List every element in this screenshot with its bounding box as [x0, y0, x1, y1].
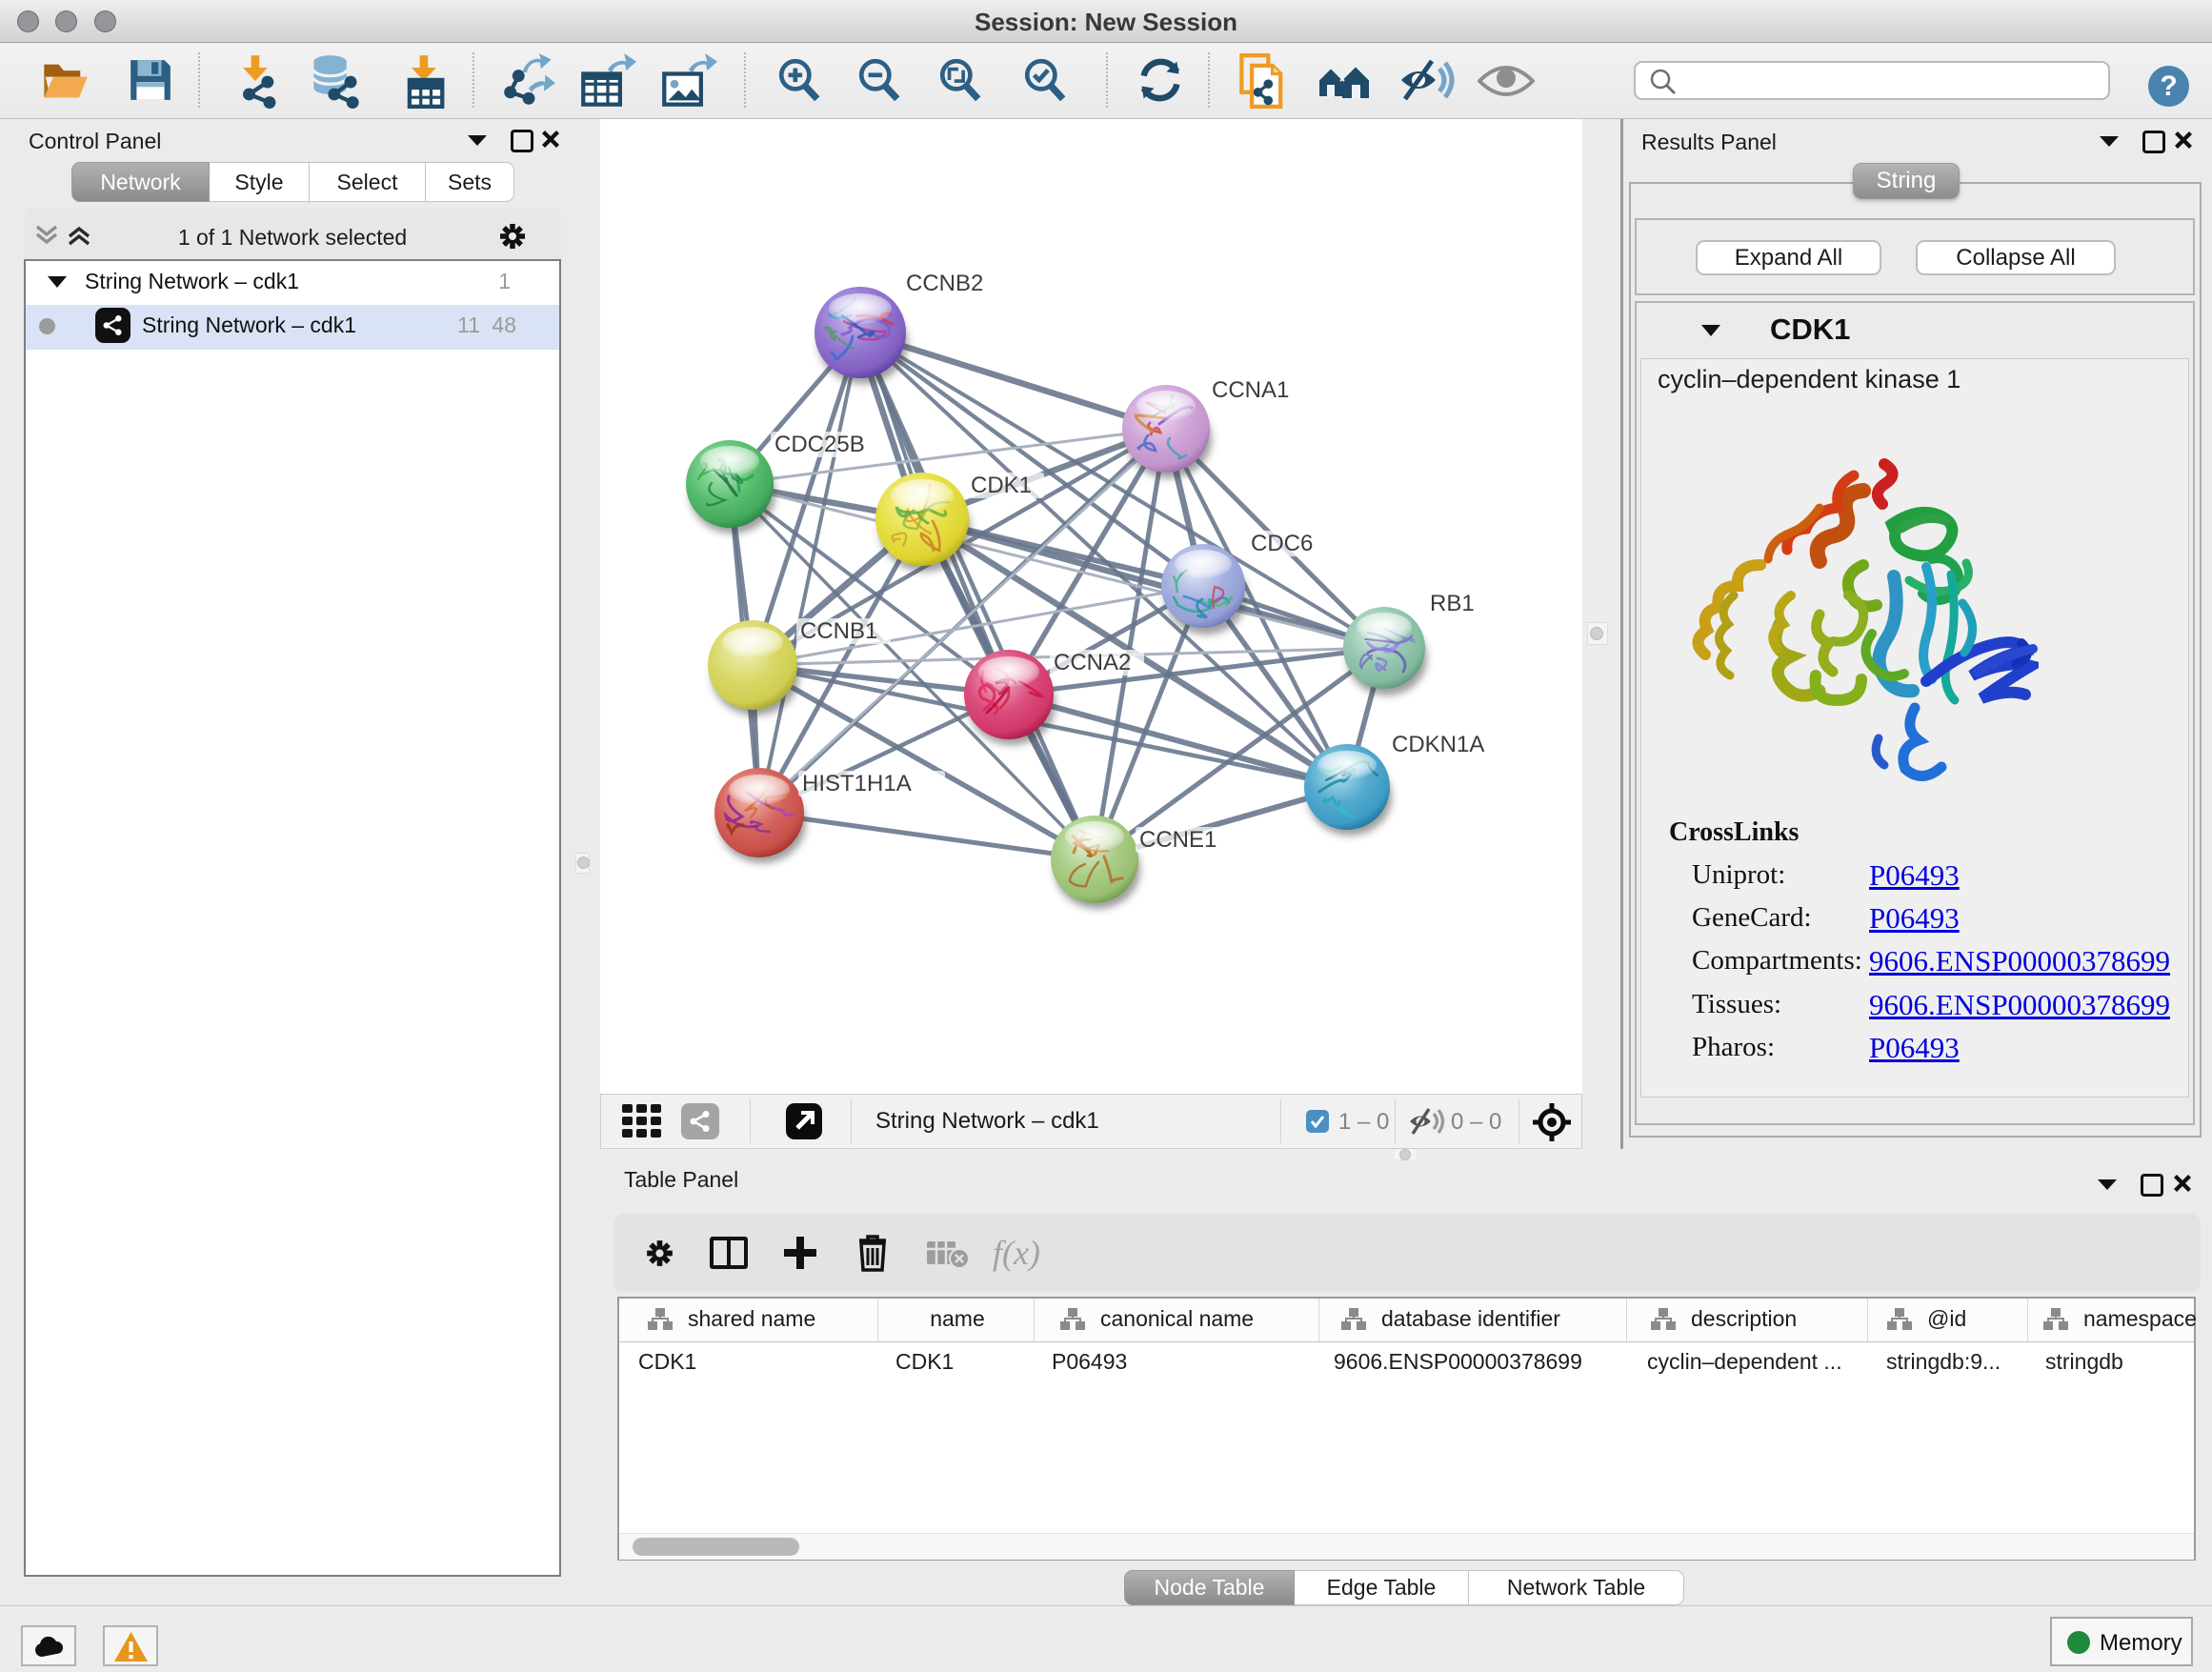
svg-text:CDK1: CDK1: [971, 473, 1032, 498]
svg-text:?: ?: [2160, 71, 2177, 102]
svg-text:CCNE1: CCNE1: [1139, 827, 1217, 853]
svg-text:CCNB1: CCNB1: [800, 618, 877, 644]
svg-text:CDC25B: CDC25B: [774, 432, 865, 457]
svg-text:CDKN1A: CDKN1A: [1392, 732, 1484, 757]
svg-text:CCNB2: CCNB2: [906, 271, 983, 296]
svg-text:CDC6: CDC6: [1251, 531, 1313, 556]
svg-text:CCNA2: CCNA2: [1054, 650, 1131, 675]
svg-text:CCNA1: CCNA1: [1212, 377, 1289, 403]
svg-text:RB1: RB1: [1430, 591, 1475, 616]
svg-text:HIST1H1A: HIST1H1A: [802, 771, 912, 796]
